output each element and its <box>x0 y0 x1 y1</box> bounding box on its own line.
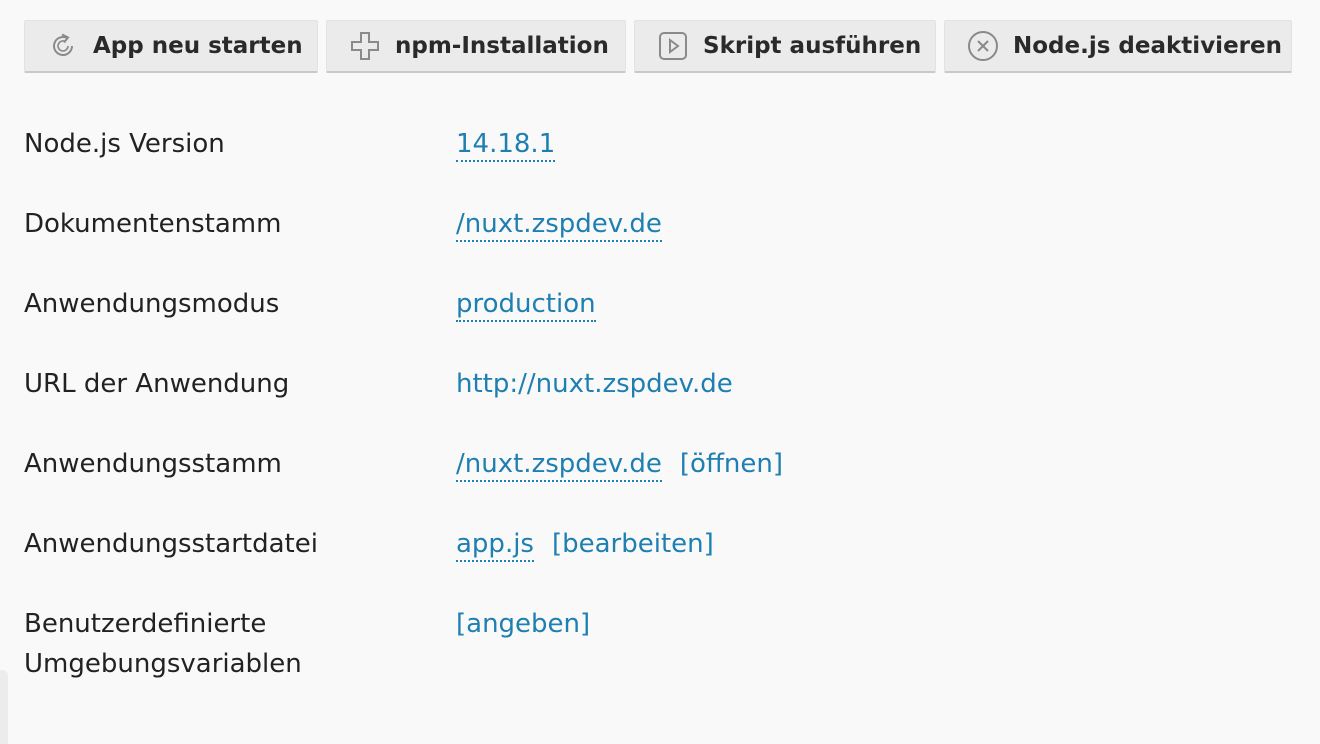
edit-startup-file-link[interactable]: [bearbeiten] <box>552 529 714 559</box>
env-vars-label-line1: Benutzerdefinierte <box>24 609 267 639</box>
open-app-root-link[interactable]: [öffnen] <box>680 449 783 479</box>
close-circle-icon <box>967 30 999 62</box>
app-root-link[interactable]: /nuxt.zspdev.de <box>456 449 662 482</box>
play-icon <box>657 30 689 62</box>
disable-nodejs-button[interactable]: Node.js deaktivieren <box>944 20 1292 73</box>
plus-icon <box>349 30 381 62</box>
env-vars-label: Benutzerdefinierte Umgebungsvariablen <box>24 604 302 684</box>
action-toolbar: App neu starten npm-Installation Skript … <box>24 20 1292 75</box>
restart-icon <box>47 30 79 62</box>
document-root-link[interactable]: /nuxt.zspdev.de <box>456 209 662 242</box>
npm-install-label: npm-Installation <box>395 33 609 59</box>
app-mode-label: Anwendungsmodus <box>24 289 280 319</box>
restart-app-label: App neu starten <box>93 33 303 59</box>
restart-app-button[interactable]: App neu starten <box>24 20 318 73</box>
app-mode-link[interactable]: production <box>456 289 596 322</box>
nodejs-version-label: Node.js Version <box>24 129 225 159</box>
app-url-label: URL der Anwendung <box>24 369 290 399</box>
document-root-label: Dokumentenstamm <box>24 209 282 239</box>
startup-file-label: Anwendungsstartdatei <box>24 529 318 559</box>
env-vars-label-line2: Umgebungsvariablen <box>24 649 302 679</box>
specify-env-vars-link[interactable]: [angeben] <box>456 609 590 639</box>
app-url-link[interactable]: http://nuxt.zspdev.de <box>456 369 733 399</box>
app-root-label: Anwendungsstamm <box>24 449 282 479</box>
nodejs-version-link[interactable]: 14.18.1 <box>456 129 556 162</box>
run-script-button[interactable]: Skript ausführen <box>634 20 936 73</box>
npm-install-button[interactable]: npm-Installation <box>326 20 626 73</box>
run-script-label: Skript ausführen <box>703 33 922 59</box>
startup-file-link[interactable]: app.js <box>456 529 534 562</box>
side-edge-tab <box>0 670 8 744</box>
disable-nodejs-label: Node.js deaktivieren <box>1013 33 1282 59</box>
